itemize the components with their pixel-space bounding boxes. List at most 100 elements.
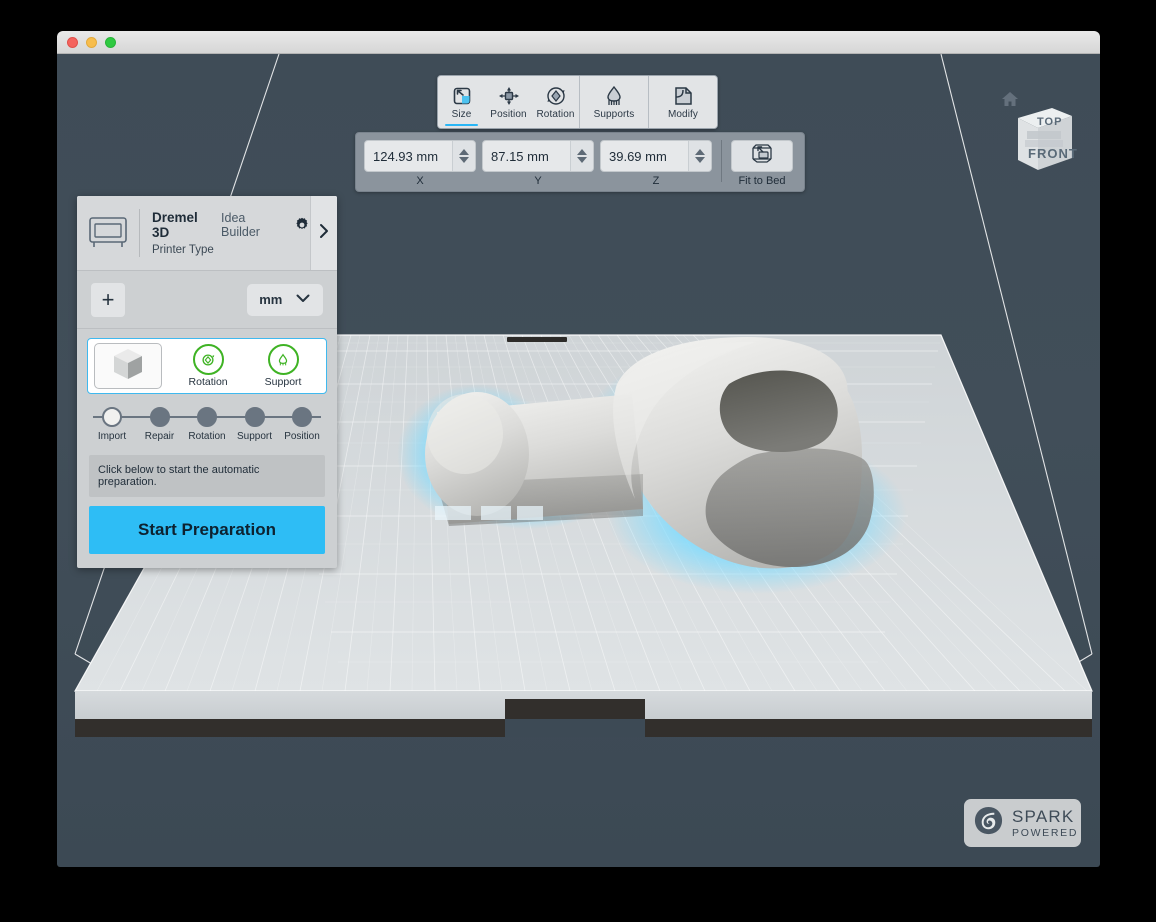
units-dropdown[interactable]: mm [247,283,323,316]
chevron-down-icon [295,291,311,309]
status-support[interactable]: Support [264,344,302,388]
tab-rotation[interactable]: Rotation [532,76,579,128]
dimensions-bar[interactable]: 124.93 mm X 87.15 mm Y 39.69 mm Z Fit to… [355,132,805,192]
support-status-icon [267,344,299,375]
support-status-label: Support [264,376,302,388]
step-dot [197,407,217,427]
fit-to-bed-button[interactable] [731,140,793,172]
status-rotation[interactable]: Rotation [189,344,228,388]
resize-icon [452,84,472,108]
z-input[interactable]: 39.69 mm [600,140,712,172]
view-cube[interactable]: TOP FRONT [1014,104,1078,174]
tab-group-modify: Modify [649,76,717,128]
spark-logo-icon [973,805,1004,841]
printer-selector[interactable]: Dremel 3D Idea Builder Printer Type [77,196,337,271]
tab-group-transform: Size Position Rotation [438,76,580,128]
printer-expand-button[interactable] [310,196,337,270]
tab-supports[interactable]: Supports [580,76,648,128]
printer-info: Dremel 3D Idea Builder Printer Type [140,210,310,256]
printer-model: Idea Builder [221,211,260,239]
y-stepper[interactable] [570,141,593,171]
step-repair[interactable]: Repair [137,403,183,442]
preparation-steps: Import Repair Rotation Support Position [87,403,327,449]
z-value: 39.69 mm [609,148,667,164]
modify-icon [672,84,694,108]
stepper-down-icon[interactable] [459,157,469,163]
supports-icon [603,84,625,108]
cube-thumbnail [108,345,148,388]
y-axis-label: Y [534,175,542,187]
dimension-field-x[interactable]: 124.93 mm X [364,140,476,187]
spark-subtitle: POWERED [1012,826,1079,839]
preparation-hint: Click below to start the automatic prepa… [89,455,325,497]
spark-branding-badge: SPARK POWERED [964,799,1081,847]
rotation-status-icon [192,344,224,375]
view-cube-top-label[interactable]: TOP [1037,116,1062,128]
move-icon [498,84,520,108]
preparation-panel: Dremel 3D Idea Builder Printer Type + mm… [77,196,337,568]
zoom-button[interactable] [105,37,116,48]
minimize-button[interactable] [86,37,97,48]
rotate-icon [545,84,567,108]
fit-to-bed-icon [750,143,774,170]
tab-size[interactable]: Size [438,76,485,128]
view-cube-front-label[interactable]: FRONT [1028,146,1078,161]
printer-icon [77,214,139,252]
tool-tabs[interactable]: Size Position Rotation Supports Modify [437,75,718,129]
toolbar-divider [721,140,722,182]
stepper-up-icon[interactable] [695,149,705,155]
tab-position[interactable]: Position [485,76,532,128]
printer-brand: Dremel 3D [152,210,198,240]
tab-supports-label: Supports [593,108,635,120]
start-preparation-button[interactable]: Start Preparation [89,506,325,554]
stepper-down-icon[interactable] [695,157,705,163]
gear-icon[interactable] [294,217,310,233]
units-value: mm [259,292,283,307]
model-hook [425,337,874,569]
chevron-right-icon [318,223,330,244]
dimension-field-y[interactable]: 87.15 mm Y [482,140,594,187]
model-actions-row: + mm [77,271,337,329]
tab-group-supports: Supports [580,76,649,128]
application-window: Size Position Rotation Supports Modify 1… [57,31,1100,867]
viewport-3d[interactable]: Size Position Rotation Supports Modify 1… [57,54,1100,867]
model-thumbnail[interactable] [94,343,162,389]
step-dot [244,407,265,427]
window-controls [67,37,116,48]
stepper-up-icon[interactable] [459,149,469,155]
model-status-group: Rotation Support [162,344,320,388]
stepper-down-icon[interactable] [577,157,587,163]
x-stepper[interactable] [452,141,475,171]
plus-icon: + [101,286,115,312]
x-axis-label: X [416,175,424,187]
dimension-field-z[interactable]: 39.69 mm Z [600,140,712,187]
tab-modify[interactable]: Modify [649,76,717,128]
fit-to-bed-label: Fit to Bed [738,175,786,187]
y-value: 87.15 mm [491,148,549,164]
spark-title: SPARK [1012,806,1075,826]
step-import-label: Import [97,431,127,442]
step-dot [102,407,122,427]
stepper-up-icon[interactable] [577,149,587,155]
tab-rotation-label: Rotation [536,108,575,120]
step-rotation-label: Rotation [188,431,226,442]
x-input[interactable]: 124.93 mm [364,140,476,172]
step-support-label: Support [236,431,273,442]
model-card[interactable]: Rotation Support [87,338,327,394]
step-position[interactable]: Position [279,403,325,442]
y-input[interactable]: 87.15 mm [482,140,594,172]
fit-to-bed[interactable]: Fit to Bed [731,140,793,187]
step-rotation[interactable]: Rotation [184,403,230,442]
add-model-button[interactable]: + [91,282,125,317]
close-button[interactable] [67,37,78,48]
spark-text: SPARK POWERED [1012,808,1078,839]
tab-modify-label: Modify [667,108,699,120]
z-stepper[interactable] [688,141,711,171]
x-value: 124.93 mm [373,148,439,164]
rotation-status-label: Rotation [188,376,228,388]
screen: Size Position Rotation Supports Modify 1… [0,0,1156,922]
step-import[interactable]: Import [89,403,135,442]
tab-position-label: Position [490,108,527,120]
step-support[interactable]: Support [232,403,278,442]
step-dot [292,407,312,427]
